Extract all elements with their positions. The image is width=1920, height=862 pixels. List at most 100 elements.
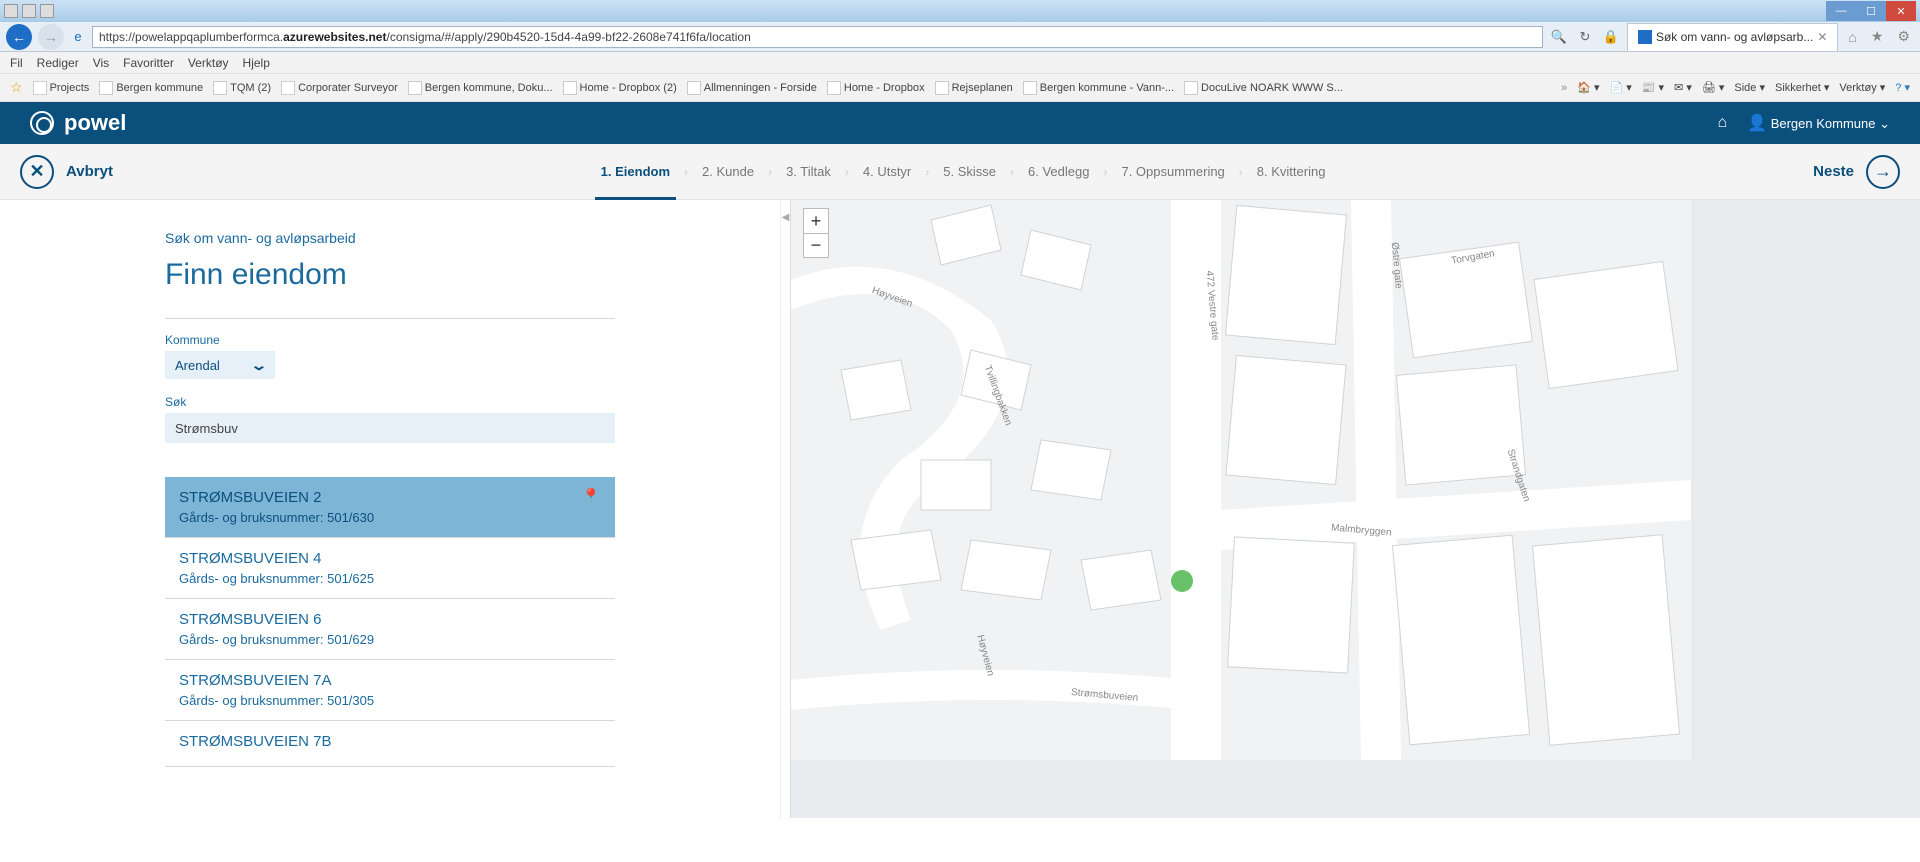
home-icon[interactable]: ⌂	[1717, 114, 1727, 132]
wizard-step-2[interactable]: 2. Kunde	[696, 164, 760, 179]
favorite-link[interactable]: Rejseplanen	[935, 81, 1013, 95]
toolbar-menu[interactable]: Verktøy ▾	[1839, 81, 1885, 94]
home-icon[interactable]: ⌂	[1844, 29, 1860, 45]
tab-close-icon[interactable]: ✕	[1817, 30, 1827, 44]
result-subtitle: Gårds- og bruksnummer: 501/305	[179, 693, 601, 708]
kommune-label: Kommune	[165, 333, 780, 347]
search-icon[interactable]: 🔍	[1549, 27, 1569, 47]
favorite-link[interactable]: Bergen kommune	[99, 81, 203, 95]
user-icon: 👤	[1747, 115, 1767, 132]
zoom-control: + −	[803, 208, 829, 258]
result-item[interactable]: STRØMSBUVEIEN 7AGårds- og bruksnummer: 5…	[165, 660, 615, 721]
favorite-icon	[827, 81, 841, 95]
address-bar[interactable]: https://powelappqaplumberformca.azureweb…	[92, 26, 1543, 48]
map-marker[interactable]	[1171, 570, 1193, 592]
app-icon	[40, 4, 54, 18]
favorite-icon	[408, 81, 422, 95]
result-subtitle: Gårds- og bruksnummer: 501/625	[179, 571, 601, 586]
result-item[interactable]: STRØMSBUVEIEN 4 Gårds- og bruksnummer: 50…	[165, 538, 615, 599]
result-title: STRØMSBUVEIEN 4	[179, 550, 601, 567]
logo-icon	[30, 111, 54, 135]
toolbar-menu[interactable]: Side ▾	[1734, 81, 1765, 94]
forward-button[interactable]: →	[38, 24, 64, 50]
favorite-icon	[99, 81, 113, 95]
favorite-link[interactable]: Bergen kommune, Doku...	[408, 81, 553, 95]
favorite-icon	[213, 81, 227, 95]
browser-tab[interactable]: Søk om vann- og avløpsarb... ✕	[1627, 23, 1838, 51]
toolbar-icon[interactable]: 🖨 ▾	[1702, 81, 1725, 94]
favorite-link[interactable]: Home - Dropbox	[827, 81, 925, 95]
form-heading: Søk om vann- og avløpsarbeid	[165, 230, 780, 246]
menu-fil[interactable]: Fil	[10, 56, 23, 70]
tab-favicon	[1638, 30, 1652, 44]
favorite-link[interactable]: Allmenningen - Forside	[687, 81, 817, 95]
chevron-left-icon: ◀	[782, 212, 790, 223]
favorite-link[interactable]: Bergen kommune - Vann-...	[1023, 81, 1174, 95]
toolbar-icon[interactable]: 🏠 ▾	[1577, 81, 1599, 94]
chevron-right-icon[interactable]: »	[1561, 82, 1567, 94]
ie-icon: e	[70, 29, 86, 44]
user-name: Bergen Kommune	[1771, 116, 1876, 131]
menu-vis[interactable]: Vis	[93, 56, 109, 70]
window-title-bar: — ☐ ✕	[0, 0, 1920, 22]
favorite-link[interactable]: Corporater Surveyor	[281, 81, 398, 95]
refresh-icon[interactable]: ↻	[1575, 27, 1595, 47]
settings-icon[interactable]: ⚙	[1893, 28, 1914, 45]
favorite-link[interactable]: DocuLive NOARK WWW S...	[1184, 81, 1343, 95]
window-close-button[interactable]: ✕	[1886, 1, 1916, 21]
abort-button[interactable]: ✕ Avbryt	[20, 155, 113, 189]
result-subtitle: Gårds- og bruksnummer: 501/629	[179, 632, 601, 647]
toolbar-menu[interactable]: Sikkerhet ▾	[1775, 81, 1829, 94]
favorite-link[interactable]: Home - Dropbox (2)	[563, 81, 677, 95]
tab-title: Søk om vann- og avløpsarb...	[1656, 30, 1813, 44]
add-favorite-icon[interactable]: ☆	[10, 79, 23, 96]
app-icon	[22, 4, 36, 18]
back-button[interactable]: ←	[6, 24, 32, 50]
zoom-in-button[interactable]: +	[804, 209, 828, 233]
favorite-link[interactable]: Projects	[33, 81, 90, 95]
favorite-link[interactable]: TQM (2)	[213, 81, 271, 95]
kommune-select[interactable]: Arendal ⌄	[165, 351, 275, 379]
favorite-icon	[281, 81, 295, 95]
result-subtitle: Gårds- og bruksnummer: 501/630	[179, 510, 601, 525]
favorites-icon[interactable]: ★	[1867, 28, 1888, 45]
favorite-icon	[563, 81, 577, 95]
wizard-step-4[interactable]: 4. Utstyr	[857, 164, 917, 179]
map-pane[interactable]: + − HøyveienTvillingbakkenHøyveienStrøms…	[790, 200, 1920, 818]
wizard-step-1[interactable]: 1. Eiendom	[595, 164, 676, 200]
address-url-pre: https://powelappqaplumberformca.	[99, 30, 283, 44]
wizard-step-6[interactable]: 6. Vedlegg	[1022, 164, 1095, 179]
wizard-step-5[interactable]: 5. Skisse	[937, 164, 1002, 179]
favorite-icon	[1023, 81, 1037, 95]
menu-rediger[interactable]: Rediger	[37, 56, 79, 70]
divider	[165, 318, 615, 319]
pane-toggle[interactable]: ◀	[780, 200, 790, 818]
toolbar-icon[interactable]: 📰 ▾	[1642, 81, 1664, 94]
window-minimize-button[interactable]: —	[1826, 1, 1856, 21]
user-menu[interactable]: 👤 Bergen Kommune ⌄	[1747, 113, 1890, 133]
wizard-step-8[interactable]: 8. Kvittering	[1251, 164, 1332, 179]
wizard-step-7[interactable]: 7. Oppsummering	[1115, 164, 1230, 179]
result-item[interactable]: STRØMSBUVEIEN 6Gårds- og bruksnummer: 50…	[165, 599, 615, 660]
help-icon[interactable]: ? ▾	[1895, 81, 1910, 94]
next-button[interactable]: Neste →	[1813, 155, 1900, 189]
window-maximize-button[interactable]: ☐	[1856, 1, 1886, 21]
arrow-right-icon: →	[1866, 155, 1900, 189]
toolbar-icon[interactable]: 📄 ▾	[1609, 81, 1631, 94]
chevron-right-icon: ›	[1103, 165, 1107, 179]
result-item[interactable]: STRØMSBUVEIEN 7B	[165, 721, 615, 767]
abort-label: Avbryt	[66, 163, 113, 180]
zoom-out-button[interactable]: −	[804, 233, 828, 257]
wizard-step-3[interactable]: 3. Tiltak	[780, 164, 837, 179]
chevron-down-icon: ⌄	[1879, 116, 1890, 131]
menu-verktøy[interactable]: Verktøy	[188, 56, 229, 70]
menu-hjelp[interactable]: Hjelp	[243, 56, 270, 70]
menu-favoritter[interactable]: Favoritter	[123, 56, 174, 70]
toolbar-icon[interactable]: ✉ ▾	[1674, 81, 1692, 94]
search-label: Søk	[165, 395, 780, 409]
address-url-domain: azurewebsites.net	[283, 30, 386, 44]
favorite-icon	[33, 81, 47, 95]
result-item[interactable]: STRØMSBUVEIEN 2Gårds- og bruksnummer: 50…	[165, 477, 615, 538]
search-input[interactable]	[165, 413, 615, 443]
chevron-down-icon: ⌄	[250, 357, 268, 374]
